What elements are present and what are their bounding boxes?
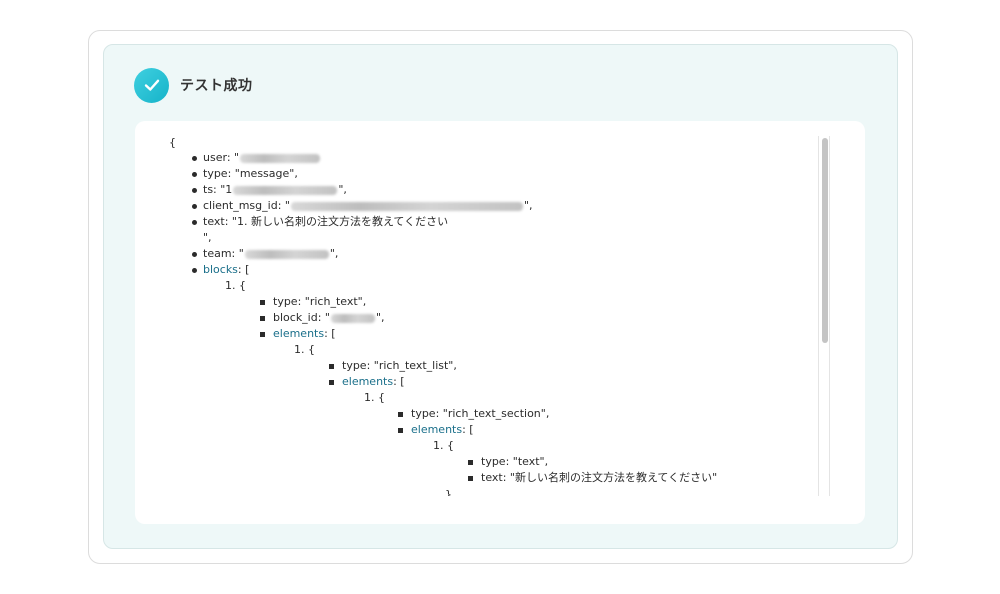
json-field-user: user: " <box>203 150 321 166</box>
redacted-value <box>290 201 523 211</box>
check-circle-icon <box>134 67 169 103</box>
json-field-list-type: type: "rich_text_list", <box>342 359 457 372</box>
blocks-item-1: 1. { <box>225 279 246 292</box>
redacted-value <box>240 153 321 163</box>
bullet <box>398 412 403 417</box>
bullet <box>260 300 265 305</box>
bullet <box>192 268 197 273</box>
redacted-value <box>233 185 338 195</box>
bullet <box>260 332 265 337</box>
elements-3-item-1: 1. { <box>433 439 454 452</box>
elements-1-item-1: 1. { <box>294 343 315 356</box>
bullet <box>192 220 197 225</box>
vertical-scrollbar[interactable] <box>818 136 830 496</box>
json-output-view[interactable]: { user: " type: "message", ts: "1 ", clie… <box>135 121 818 496</box>
json-field-team: team: " ", <box>203 247 339 260</box>
bullet <box>468 476 473 481</box>
json-field-client-msg-id: client_msg_id: " ", <box>203 199 533 212</box>
json-field-section-type: type: "rich_text_section", <box>411 407 550 420</box>
json-close-brace: } <box>445 488 452 496</box>
json-field-block-id: block_id: " ", <box>273 311 385 324</box>
json-field-text-value: text: "新しい名刺の注文方法を教えてください" <box>481 471 718 484</box>
json-field-blocks: blocks: [ <box>203 263 250 276</box>
bullet <box>260 316 265 321</box>
json-field-text: text: "1. 新しい名刺の注文方法を教えてください <box>203 215 449 228</box>
bullet <box>192 252 197 257</box>
json-field-elements-1: elements: [ <box>273 327 336 340</box>
json-field-ts: ts: "1 ", <box>203 183 347 196</box>
bullet <box>468 460 473 465</box>
json-field-text-end: ", <box>203 231 212 244</box>
json-field-text-type: type: "text", <box>481 455 549 468</box>
bullet <box>329 380 334 385</box>
scrollbar-thumb[interactable] <box>822 138 828 343</box>
bullet <box>192 172 197 177</box>
json-field-elements-3: elements: [ <box>411 423 474 436</box>
elements-2-item-1: 1. { <box>364 391 385 404</box>
bullet <box>329 364 334 369</box>
result-title: テスト成功 <box>180 78 253 94</box>
json-open-brace: { <box>169 136 176 149</box>
bullet <box>192 188 197 193</box>
redacted-value <box>244 249 329 259</box>
redacted-value <box>331 313 375 323</box>
result-header: テスト成功 <box>134 67 253 103</box>
json-field-type: type: "message", <box>203 167 298 180</box>
bullet <box>398 428 403 433</box>
json-output-card: { user: " type: "message", ts: "1 ", clie… <box>135 121 865 524</box>
json-field-block-type: type: "rich_text", <box>273 295 367 308</box>
json-field-elements-2: elements: [ <box>342 375 405 388</box>
bullet <box>192 156 197 161</box>
bullet <box>192 204 197 209</box>
